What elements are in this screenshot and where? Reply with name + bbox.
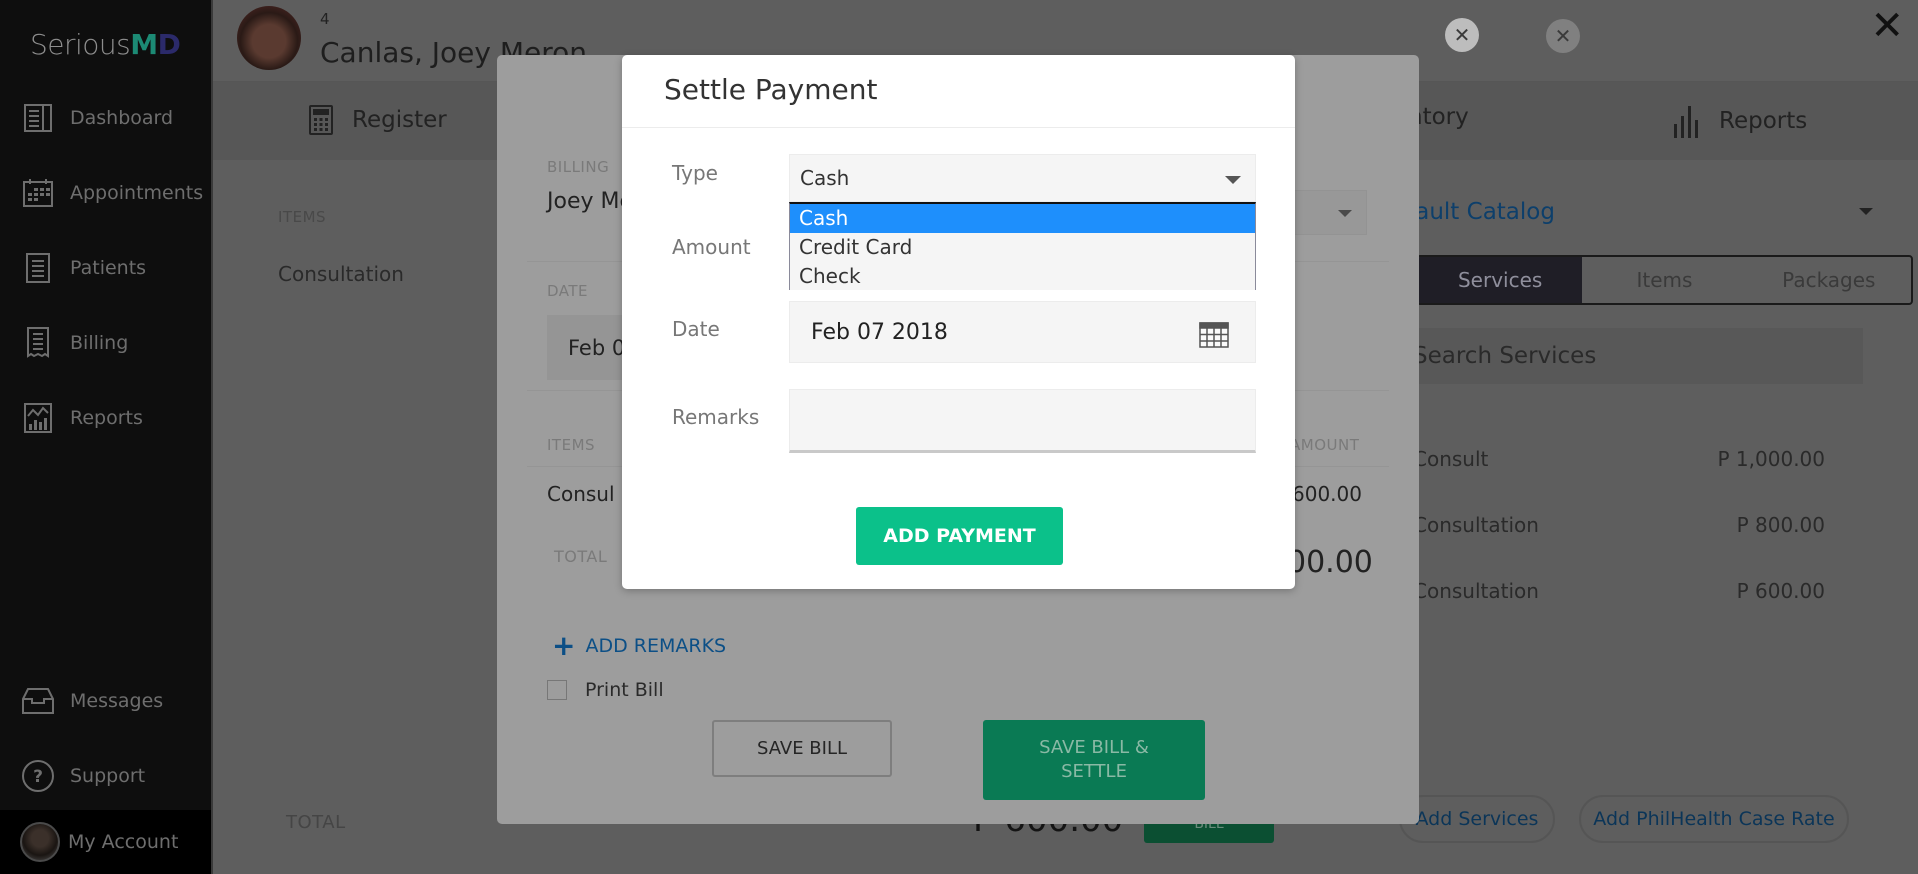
payment-type-option-check[interactable]: Check <box>790 262 1255 291</box>
chevron-down-icon <box>1338 210 1352 217</box>
sidebar-item-messages[interactable]: Messages <box>20 681 163 721</box>
chevron-down-icon <box>1225 176 1241 184</box>
calendar-icon[interactable] <box>1199 322 1229 354</box>
bill-item-amount: 600.00 <box>1292 482 1362 506</box>
payment-date-field[interactable]: Feb 07 2018 <box>789 301 1256 363</box>
print-bill-option: Print Bill <box>547 677 664 703</box>
service-price: P 1,000.00 <box>1717 447 1825 471</box>
amount-label: AMOUNT <box>1290 436 1360 454</box>
segment-items[interactable]: Items <box>1582 257 1746 303</box>
sidebar-item-label: Patients <box>70 257 147 279</box>
close-dialog-icon[interactable]: ✕ <box>1546 19 1580 53</box>
sidebar-item-patients[interactable]: Patients <box>20 248 146 288</box>
billing-name: Joey Me <box>547 189 634 214</box>
help-icon: ? <box>20 758 56 794</box>
payment-type-value: Cash <box>800 166 850 190</box>
divider <box>622 127 1295 128</box>
receipt-icon <box>20 325 56 361</box>
sidebar-item-appointments[interactable]: Appointments <box>20 173 203 213</box>
patient-number: 4 <box>320 10 330 28</box>
sidebar-item-reports[interactable]: Reports <box>20 398 143 438</box>
save-bill-button[interactable]: SAVE BILL <box>712 720 892 777</box>
chevron-down-icon <box>1859 208 1873 215</box>
dashboard-icon <box>20 100 56 136</box>
sidebar-item-support[interactable]: ? Support <box>20 756 145 796</box>
service-price: P 800.00 <box>1736 513 1825 537</box>
print-bill-label: Print Bill <box>585 679 664 701</box>
add-philhealth-case-rate-button[interactable]: Add PhilHealth Case Rate <box>1579 795 1849 843</box>
close-icon[interactable]: ✕ <box>1870 4 1904 48</box>
chart-icon <box>20 400 56 436</box>
sidebar-item-my-account[interactable]: My Account <box>0 810 211 874</box>
calendar-icon <box>20 175 56 211</box>
tab-register[interactable]: Register <box>308 104 447 136</box>
sidebar-item-label: Billing <box>70 332 129 354</box>
payment-type-select[interactable]: Cash <box>789 154 1256 202</box>
add-services-button[interactable]: Add Services <box>1399 795 1555 843</box>
calculator-icon <box>308 104 334 136</box>
save-bill-and-settle-button[interactable]: SAVE BILL & SETTLE <box>983 720 1205 800</box>
logo-md: MD <box>130 28 181 61</box>
date-label: Date <box>672 317 720 341</box>
add-remarks-button[interactable]: + ADD REMARKS <box>552 629 727 662</box>
sidebar-item-dashboard[interactable]: Dashboard <box>20 98 173 138</box>
sidebar-item-label: My Account <box>68 831 179 853</box>
service-name: Consultation <box>1413 513 1539 537</box>
service-row[interactable]: Consultation P 600.00 <box>1373 571 1853 611</box>
remarks-label: Remarks <box>672 405 760 429</box>
sidebar-item-label: Dashboard <box>70 107 174 129</box>
service-price: P 600.00 <box>1736 579 1825 603</box>
tab-reports[interactable]: Reports <box>1673 104 1807 138</box>
payment-date-value: Feb 07 2018 <box>811 319 948 345</box>
billing-label: BILLING <box>547 158 610 176</box>
settle-payment-modal: Settle Payment Type Cash Amount Date Feb… <box>622 55 1295 589</box>
logo-text: Serious <box>30 28 131 61</box>
add-payment-button[interactable]: ADD PAYMENT <box>856 507 1063 565</box>
plus-icon: + <box>552 629 576 662</box>
bar-chart-icon <box>1673 104 1701 138</box>
remarks-input[interactable] <box>789 389 1256 453</box>
modal-title: Settle Payment <box>664 73 878 106</box>
register-total-label: TOTAL <box>286 812 346 833</box>
catalog-segmented-control: Services Items Packages <box>1416 255 1913 305</box>
register-item[interactable]: Consultation <box>278 262 404 286</box>
sidebar-item-billing[interactable]: Billing <box>20 323 128 363</box>
items-header: ITEMS <box>278 208 327 226</box>
amount-label: Amount <box>672 235 751 259</box>
tab-label: Register <box>352 107 447 133</box>
search-services-input[interactable]: Search Services <box>1373 328 1863 384</box>
service-name: Consultation <box>1413 579 1539 603</box>
patients-list-icon <box>20 250 56 286</box>
service-row[interactable]: Consultation P 800.00 <box>1373 505 1853 545</box>
bill-item-name: Consul <box>547 482 615 506</box>
date-label: DATE <box>547 282 589 300</box>
service-row[interactable]: Consult P 1,000.00 <box>1373 439 1853 479</box>
service-name: Consult <box>1413 447 1489 471</box>
catalog-select[interactable]: efault Catalog <box>1393 190 1873 234</box>
app-logo[interactable]: SeriousMD <box>30 28 181 61</box>
segment-services[interactable]: Services <box>1418 257 1583 303</box>
items-label: ITEMS <box>547 436 596 454</box>
tab-label: Reports <box>1719 108 1808 134</box>
payment-type-option-credit-card[interactable]: Credit Card <box>790 233 1255 262</box>
sidebar-item-label: Appointments <box>70 182 204 204</box>
total-value: 00.00 <box>1287 545 1373 580</box>
patient-avatar <box>237 6 301 70</box>
type-label: Type <box>672 161 718 185</box>
sidebar-item-label: Reports <box>70 407 143 429</box>
close-billing-dialog-icon[interactable]: ✕ <box>1445 18 1479 52</box>
print-bill-checkbox[interactable] <box>547 680 567 700</box>
payment-type-option-cash[interactable]: Cash <box>790 204 1255 233</box>
inbox-icon <box>20 683 56 719</box>
add-remarks-label: ADD REMARKS <box>585 635 727 657</box>
account-avatar <box>20 822 60 862</box>
sidebar-item-label: Support <box>70 765 146 787</box>
segment-packages[interactable]: Packages <box>1747 257 1911 303</box>
svg-text:?: ? <box>33 767 43 787</box>
total-label: TOTAL <box>554 547 608 566</box>
payment-type-dropdown: Cash Credit Card Check <box>789 202 1256 290</box>
sidebar-item-label: Messages <box>70 690 164 712</box>
sidebar: SeriousMD Dashboard Appointments Patient… <box>0 0 213 874</box>
